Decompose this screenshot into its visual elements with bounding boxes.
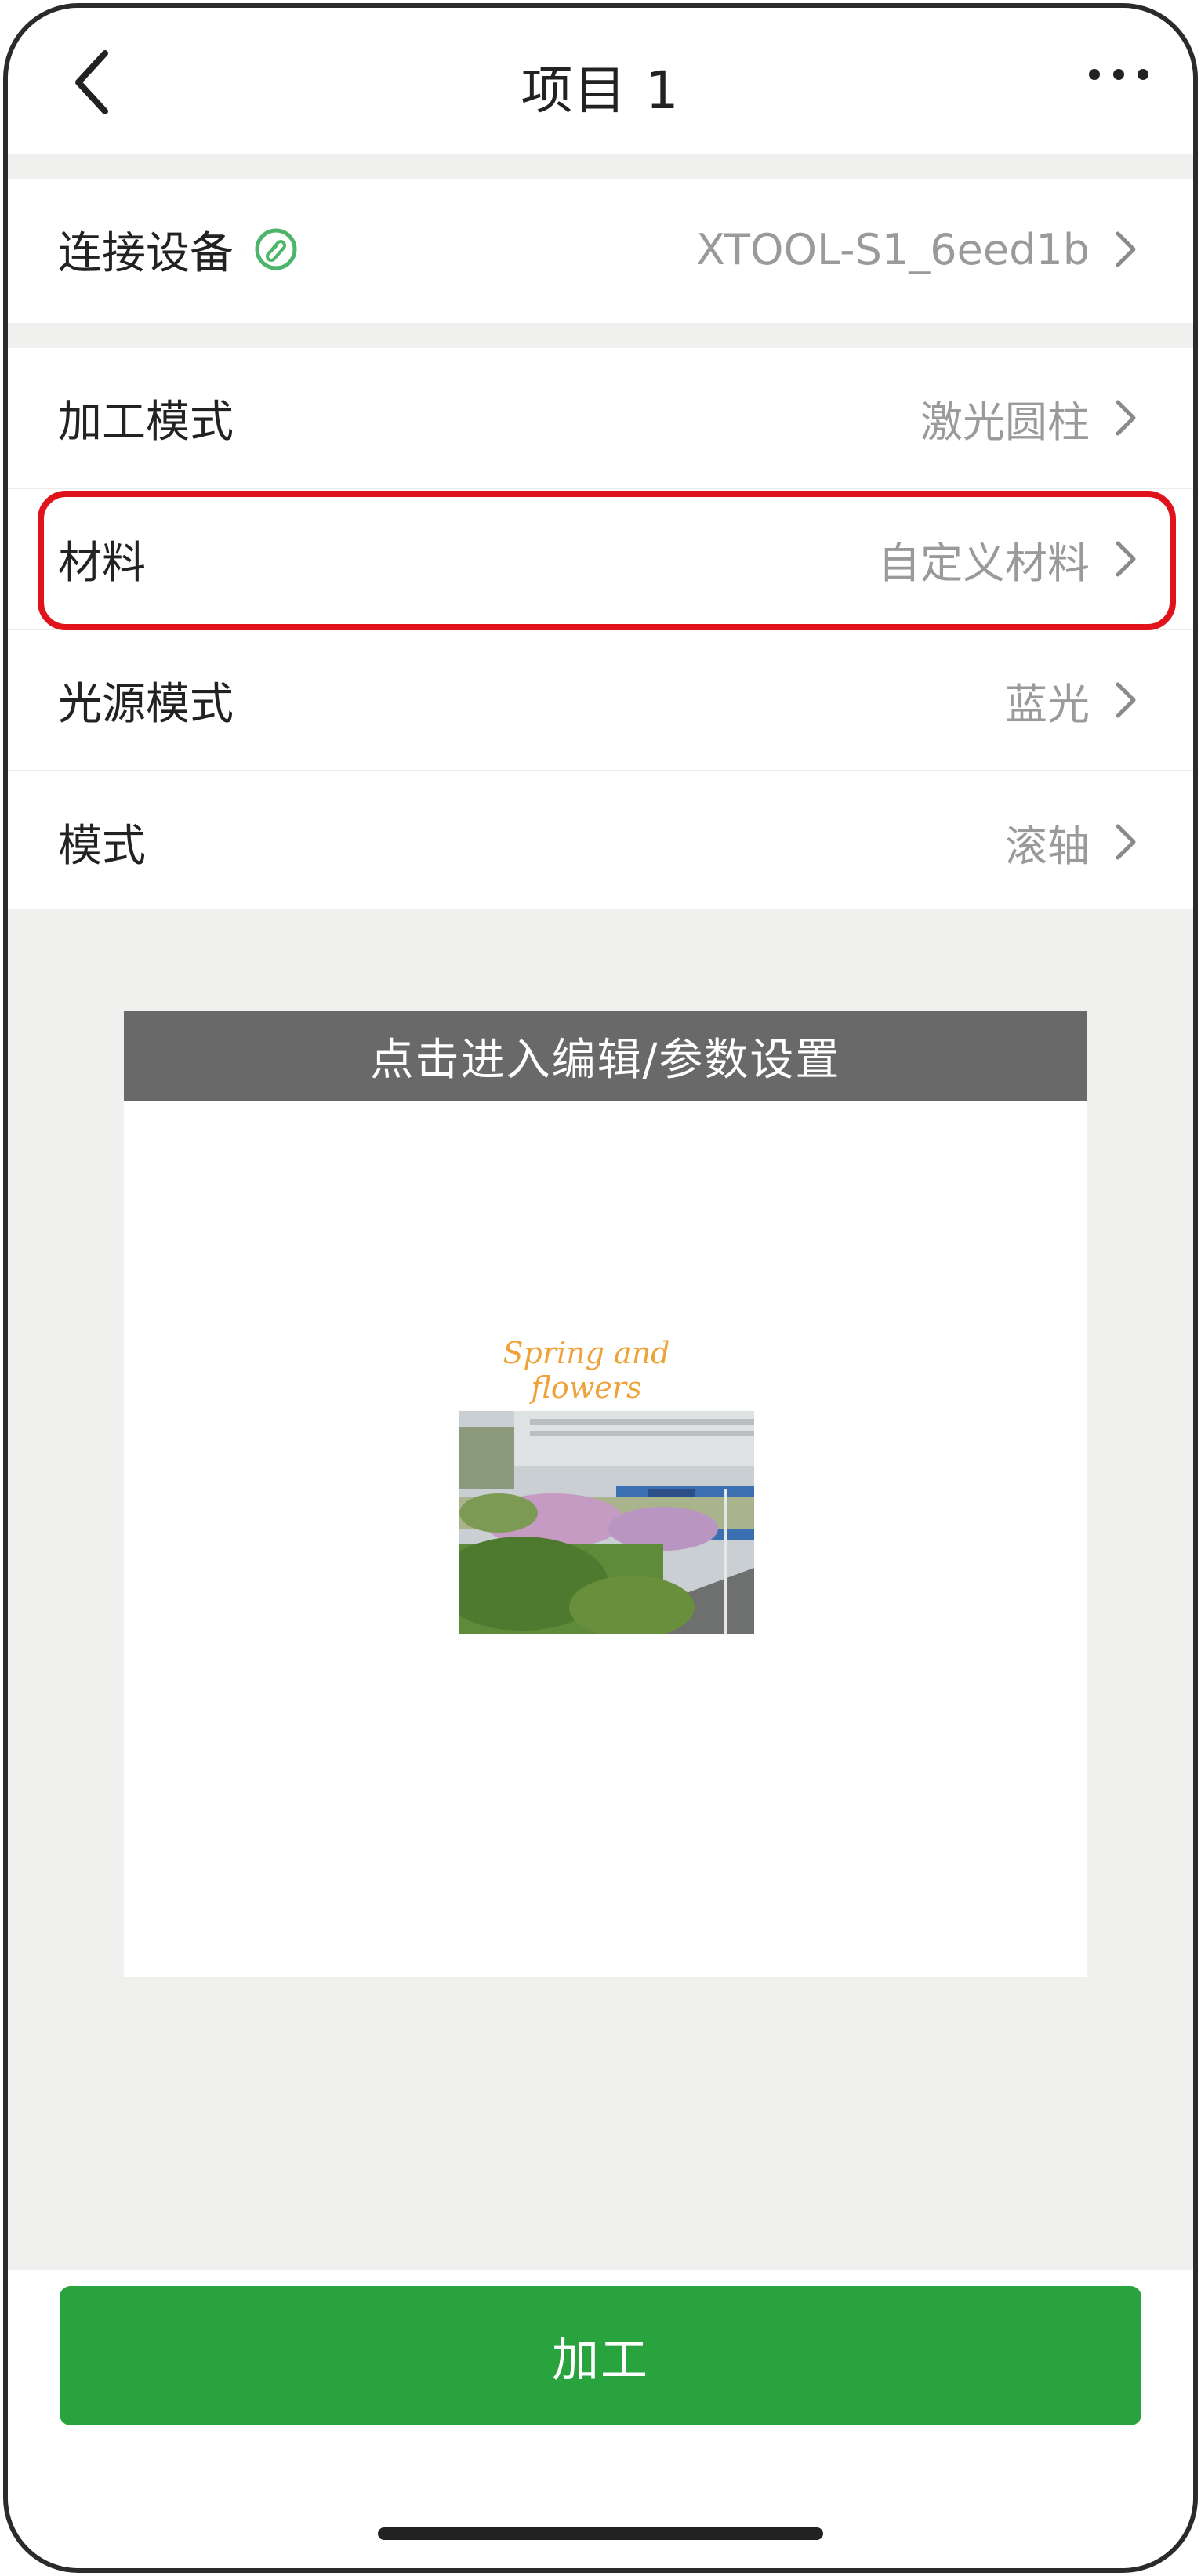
- chevron-right-icon: [1108, 677, 1143, 724]
- chevron-right-icon: [1108, 394, 1143, 441]
- design-preview[interactable]: Spring and flowers: [124, 1101, 1087, 1977]
- header-bar: 项目 1: [8, 8, 1193, 154]
- more-horizontal-icon: [1089, 69, 1148, 80]
- design-photo: [459, 1411, 754, 1634]
- settings-row-processing-mode[interactable]: 加工模式 激光圆柱: [8, 348, 1193, 489]
- settings-row-value: 激光圆柱: [920, 397, 1090, 447]
- phone-frame: 项目 1 连接设备 XTOOL-S1_6eed1b 加工模式 激光圆柱 材料 自…: [3, 3, 1198, 2573]
- settings-row-label: 材料: [58, 537, 146, 589]
- device-name: XTOOL-S1_6eed1b: [695, 224, 1090, 274]
- settings-row-value: 蓝光: [1005, 679, 1090, 729]
- home-indicator[interactable]: [378, 2527, 823, 2540]
- more-button[interactable]: [1083, 55, 1154, 94]
- chevron-right-icon: [1108, 535, 1143, 582]
- settings-row-label: 模式: [58, 820, 146, 872]
- design-caption: Spring and flowers: [503, 1336, 670, 1405]
- process-button[interactable]: 加工: [60, 2286, 1141, 2425]
- settings-row-material[interactable]: 材料 自定义材料: [8, 489, 1193, 630]
- device-label: 连接设备: [58, 227, 234, 279]
- settings-row-light-source[interactable]: 光源模式 蓝光: [8, 630, 1193, 771]
- edit-settings-banner[interactable]: 点击进入编辑/参数设置: [124, 1011, 1087, 1101]
- chevron-right-icon: [1108, 226, 1143, 273]
- settings-group: 加工模式 激光圆柱 材料 自定义材料 光源模式 蓝光 模式 滚轴: [8, 348, 1193, 909]
- page-title: 项目 1: [521, 60, 680, 121]
- device-group: 连接设备 XTOOL-S1_6eed1b: [8, 179, 1193, 323]
- footer-bar: 加工: [8, 2270, 1193, 2568]
- settings-row-mode[interactable]: 模式 滚轴: [8, 771, 1193, 912]
- settings-row-value: 自定义材料: [878, 538, 1090, 588]
- settings-row-value: 滚轴: [1005, 821, 1090, 871]
- settings-row-label: 光源模式: [58, 678, 234, 730]
- preview-card[interactable]: 点击进入编辑/参数设置 Spring and flowers: [124, 1011, 1087, 1977]
- link-connected-icon: [254, 227, 298, 271]
- chevron-right-icon: [1108, 818, 1143, 865]
- device-row[interactable]: 连接设备 XTOOL-S1_6eed1b: [8, 179, 1193, 320]
- settings-row-label: 加工模式: [58, 396, 234, 448]
